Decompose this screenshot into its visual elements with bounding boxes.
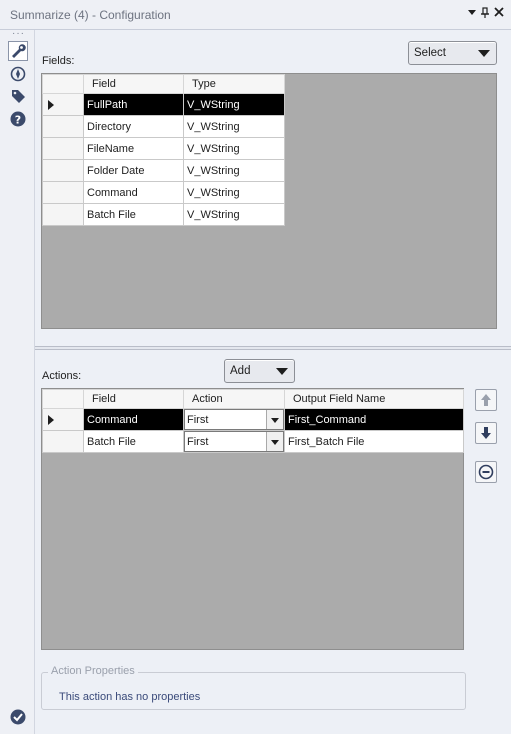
type-cell[interactable]: V_WString bbox=[183, 93, 285, 116]
compass-icon[interactable] bbox=[8, 64, 28, 84]
chevron-down-icon bbox=[276, 368, 288, 375]
row-header-corner bbox=[42, 74, 84, 94]
help-icon[interactable]: ? bbox=[8, 109, 28, 129]
chevron-down-icon[interactable] bbox=[266, 432, 283, 451]
action-value: First bbox=[187, 414, 209, 426]
actions-row[interactable]: Batch File First First_Batch File bbox=[42, 430, 464, 453]
chevron-down-icon[interactable] bbox=[266, 410, 283, 429]
field-cell[interactable]: FullPath bbox=[83, 93, 184, 116]
row-header[interactable] bbox=[42, 159, 84, 182]
dropdown-triangle-icon[interactable] bbox=[465, 7, 479, 21]
field-cell[interactable]: FileName bbox=[83, 137, 184, 160]
action-combobox[interactable]: First bbox=[184, 431, 284, 452]
action-properties-group: Action Properties This action has no pro… bbox=[41, 665, 466, 710]
check-circle-icon[interactable] bbox=[8, 707, 28, 727]
type-cell[interactable]: V_WString bbox=[183, 115, 285, 138]
action-value: First bbox=[187, 436, 209, 448]
output-field-name-cell[interactable]: First_Batch File bbox=[284, 430, 464, 453]
action-combo-cell[interactable]: First bbox=[183, 430, 285, 453]
actions-label: Actions: bbox=[42, 370, 82, 382]
action-combo-cell[interactable]: First bbox=[183, 408, 285, 431]
panel-splitter[interactable] bbox=[35, 346, 511, 350]
actions-grid[interactable]: Field Action Output Field Name Command Fi… bbox=[41, 388, 464, 650]
actions-row[interactable]: Command First First_Command bbox=[42, 408, 464, 431]
column-header-field[interactable]: Field bbox=[83, 389, 184, 409]
row-header[interactable] bbox=[42, 115, 84, 138]
type-cell[interactable]: V_WString bbox=[183, 203, 285, 226]
left-toolbar: ··· ? bbox=[0, 28, 34, 734]
column-header-action[interactable]: Action bbox=[183, 389, 285, 409]
drag-handle-icon: ··· bbox=[12, 28, 25, 39]
fields-row[interactable]: Batch File V_WString bbox=[42, 203, 285, 226]
title-bar: Summarize (4) - Configuration bbox=[0, 0, 511, 30]
column-header-output-field-name[interactable]: Output Field Name bbox=[284, 389, 464, 409]
row-header[interactable] bbox=[42, 181, 84, 204]
current-row-icon bbox=[48, 415, 54, 425]
configuration-panel: Fields: Select Field Type FullPath V_WStr… bbox=[34, 30, 511, 734]
field-cell[interactable]: Batch File bbox=[83, 203, 184, 226]
type-cell[interactable]: V_WString bbox=[183, 181, 285, 204]
fields-row[interactable]: Folder Date V_WString bbox=[42, 159, 285, 182]
move-down-icon bbox=[481, 427, 491, 439]
fields-row[interactable]: FileName V_WString bbox=[42, 137, 285, 160]
pin-icon[interactable] bbox=[478, 7, 492, 21]
field-cell[interactable]: Command bbox=[83, 408, 184, 431]
type-cell[interactable]: V_WString bbox=[183, 159, 285, 182]
select-dropdown-label: Select bbox=[414, 47, 446, 59]
field-cell[interactable]: Batch File bbox=[83, 430, 184, 453]
type-cell[interactable]: V_WString bbox=[183, 137, 285, 160]
wrench-icon[interactable] bbox=[8, 41, 28, 61]
output-field-name-cell[interactable]: First_Command bbox=[284, 408, 464, 431]
row-header[interactable] bbox=[42, 408, 84, 431]
add-dropdown-label: Add bbox=[230, 365, 251, 377]
row-header-corner bbox=[42, 389, 84, 409]
add-dropdown[interactable]: Add bbox=[224, 359, 295, 383]
column-header-type[interactable]: Type bbox=[183, 74, 285, 94]
remove-icon bbox=[478, 464, 494, 480]
current-row-icon bbox=[48, 100, 54, 110]
move-up-icon bbox=[481, 394, 491, 406]
action-combobox[interactable]: First bbox=[184, 409, 284, 430]
row-header[interactable] bbox=[42, 203, 84, 226]
svg-text:?: ? bbox=[15, 114, 21, 127]
close-icon[interactable] bbox=[492, 7, 506, 21]
fields-grid[interactable]: Field Type FullPath V_WString Directory V_W… bbox=[41, 73, 497, 329]
action-properties-text: This action has no properties bbox=[59, 691, 201, 703]
fields-row[interactable]: Directory V_WString bbox=[42, 115, 285, 138]
fields-row[interactable]: FullPath V_WString bbox=[42, 93, 285, 116]
move-down-button[interactable] bbox=[475, 422, 497, 444]
fields-row[interactable]: Command V_WString bbox=[42, 181, 285, 204]
chevron-down-icon bbox=[478, 50, 490, 57]
window-title: Summarize (4) - Configuration bbox=[10, 8, 171, 22]
field-cell[interactable]: Directory bbox=[83, 115, 184, 138]
field-cell[interactable]: Folder Date bbox=[83, 159, 184, 182]
tag-icon[interactable] bbox=[8, 86, 28, 106]
remove-button[interactable] bbox=[475, 461, 497, 483]
select-dropdown[interactable]: Select bbox=[408, 41, 497, 65]
fields-label: Fields: bbox=[42, 55, 75, 67]
column-header-field[interactable]: Field bbox=[83, 74, 184, 94]
row-header[interactable] bbox=[42, 93, 84, 116]
row-header[interactable] bbox=[42, 137, 84, 160]
move-up-button[interactable] bbox=[475, 389, 497, 411]
field-cell[interactable]: Command bbox=[83, 181, 184, 204]
action-properties-title: Action Properties bbox=[48, 665, 138, 677]
row-header[interactable] bbox=[42, 430, 84, 453]
